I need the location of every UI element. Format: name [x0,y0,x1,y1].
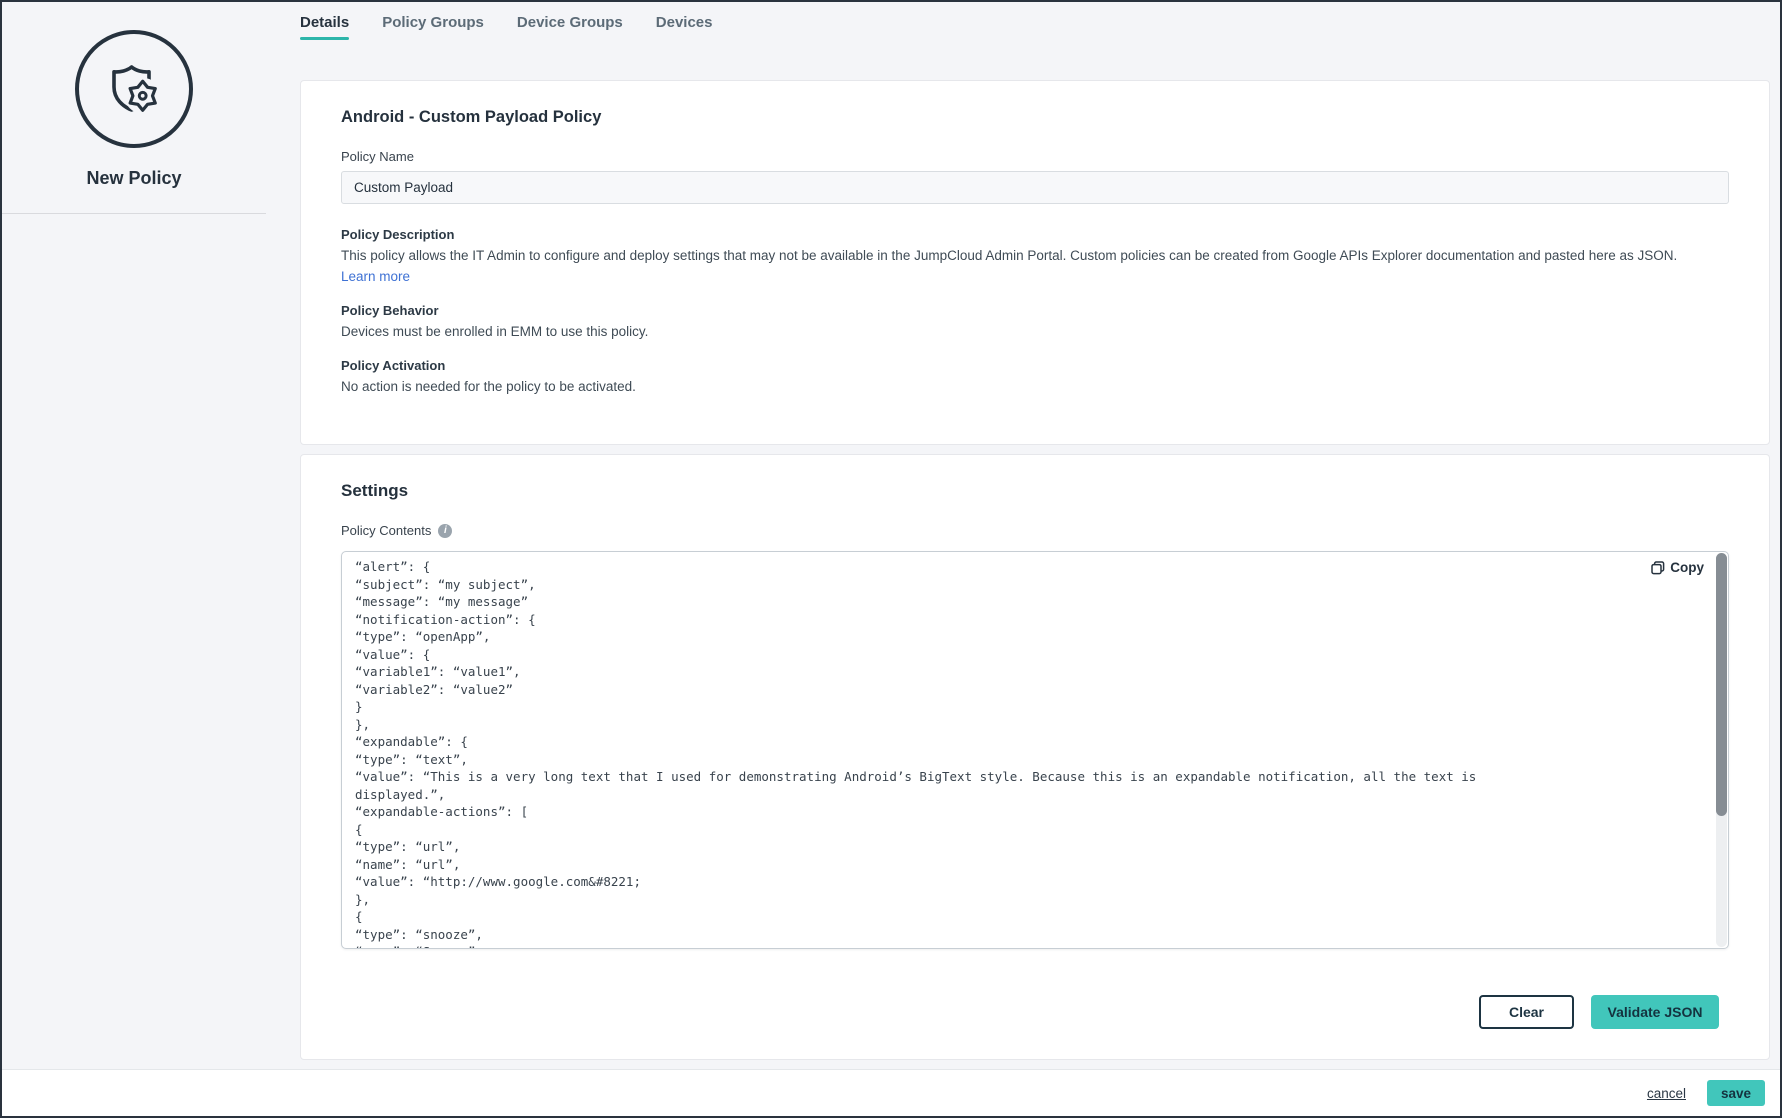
settings-actions: Clear Validate JSON [341,995,1729,1029]
policy-name-input[interactable] [341,171,1729,204]
policy-activation-text: No action is needed for the policy to be… [341,378,1729,396]
policy-name-label: Policy Name [341,149,1729,165]
page-root: New Policy Details Policy Groups Device … [2,2,1780,1116]
policy-description-text: This policy allows the IT Admin to confi… [341,247,1729,265]
page-title: New Policy [2,168,266,189]
tab-policy-groups[interactable]: Policy Groups [382,14,484,40]
main-content: Details Policy Groups Device Groups Devi… [300,2,1770,1060]
code-scrollbar-track [1716,553,1727,947]
tab-details[interactable]: Details [300,14,349,40]
validate-json-button[interactable]: Validate JSON [1591,995,1719,1029]
tab-devices[interactable]: Devices [656,14,713,40]
code-scrollbar-thumb[interactable] [1716,553,1727,816]
policy-activation-label: Policy Activation [341,357,1729,375]
policy-contents-label: Policy Contents [341,523,431,539]
learn-more-link[interactable]: Learn more [341,269,410,284]
settings-card: Settings Policy Contents i “alert”: { “s… [300,454,1770,1060]
policy-heading: Android - Custom Payload Policy [341,107,1729,127]
footer-bar: cancel save [2,1069,1780,1116]
settings-heading: Settings [341,481,1729,501]
policy-contents-row: Policy Contents i [341,523,1729,539]
shield-gear-icon [99,54,169,124]
copy-label: Copy [1670,560,1704,575]
info-icon[interactable]: i [438,524,452,538]
policy-description-label: Policy Description [341,226,1729,244]
copy-icon [1651,561,1665,575]
tab-device-groups[interactable]: Device Groups [517,14,623,40]
details-card: Android - Custom Payload Policy Policy N… [300,80,1770,445]
policy-behavior-text: Devices must be enrolled in EMM to use t… [341,323,1729,341]
clear-button[interactable]: Clear [1479,995,1574,1029]
cancel-link[interactable]: cancel [1647,1086,1686,1101]
save-button[interactable]: save [1707,1080,1765,1106]
policy-sidebar: New Policy [2,2,266,1116]
copy-button[interactable]: Copy [1651,560,1704,575]
policy-contents-editor[interactable]: “alert”: { “subject”: “my subject”, “mes… [341,551,1729,949]
policy-contents-code[interactable]: “alert”: { “subject”: “my subject”, “mes… [342,552,1728,949]
sidebar-divider [2,213,266,214]
policy-icon-circle [75,30,193,148]
policy-behavior-label: Policy Behavior [341,302,1729,320]
tab-bar: Details Policy Groups Device Groups Devi… [300,2,1770,48]
